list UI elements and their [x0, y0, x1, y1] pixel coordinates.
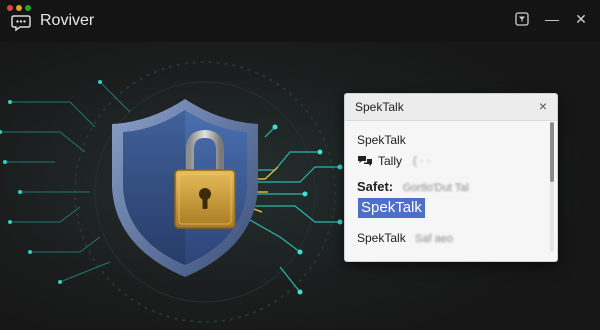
minimize-icon[interactable]: —	[542, 9, 562, 29]
title-bar: Roviver — ✕	[0, 0, 600, 42]
redacted-text: Saf aeo	[415, 233, 453, 245]
zoom-dot[interactable]	[25, 5, 31, 11]
scrollbar-thumb[interactable]	[550, 122, 554, 182]
chat-bubbles-icon	[358, 155, 372, 166]
popup-title: SpekTalk	[355, 100, 404, 114]
list-item[interactable]: Tally ( · ·	[357, 154, 430, 168]
list-item-label: SpekTalk	[361, 199, 422, 216]
filter-icon[interactable]	[512, 9, 532, 29]
spektalk-popup: SpekTalk × SpekTalk Tally ( · · Safet: G…	[344, 93, 558, 262]
list-item-label: Safet:	[357, 179, 394, 194]
close-dot[interactable]	[7, 5, 13, 11]
list-item-selected[interactable]: SpekTalk	[358, 198, 425, 218]
popup-header: SpekTalk ×	[345, 94, 557, 121]
redacted-text: Gortlo'Dut Tal	[402, 182, 469, 194]
redacted-text: ( · ·	[413, 155, 431, 167]
minimize-dot[interactable]	[16, 5, 22, 11]
list-item-label: SpekTalk	[357, 231, 406, 245]
popup-scrollbar[interactable]	[550, 122, 554, 252]
app-title: Roviver	[40, 12, 95, 29]
list-item[interactable]: SpekTalk	[357, 133, 406, 147]
list-item-label: SpekTalk	[357, 133, 406, 147]
list-item[interactable]: Safet: Gortlo'Dut Tal	[357, 179, 469, 194]
close-icon[interactable]: ✕	[571, 9, 591, 29]
app-logo-icon	[11, 15, 31, 32]
list-item-label: Tally	[378, 154, 403, 168]
popup-close-icon[interactable]: ×	[536, 98, 550, 114]
list-item[interactable]: SpekTalk Saf aeo	[357, 231, 453, 245]
app-window: Roviver — ✕ SpekTalk × SpekTalk Tally ( …	[0, 0, 600, 330]
window-traffic-lights	[7, 5, 31, 11]
